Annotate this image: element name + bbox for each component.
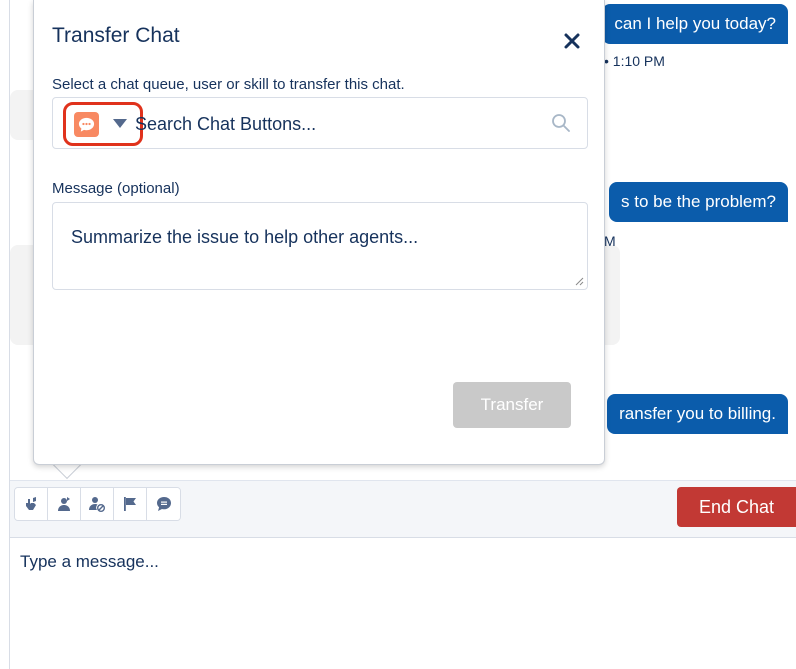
caret-down-icon	[113, 119, 127, 128]
message-timestamp: M	[604, 233, 616, 249]
agent-message-bubble: ransfer you to billing.	[607, 394, 788, 434]
message-label: Message (optional)	[52, 180, 180, 197]
agent-message-bubble: s to be the problem?	[609, 182, 788, 222]
flag-icon	[124, 497, 136, 511]
transfer-message-input[interactable]	[52, 202, 588, 290]
transfer-button[interactable]: Transfer	[453, 382, 571, 428]
message-input[interactable]	[20, 552, 780, 652]
block-visitor-button[interactable]	[81, 488, 114, 520]
transfer-button[interactable]	[48, 488, 81, 520]
transfer-target-label: Select a chat queue, user or skill to tr…	[52, 76, 405, 93]
tool-button-group	[14, 487, 181, 521]
transfer-search-box	[52, 97, 588, 149]
message-timestamp: • 1:10 PM	[604, 53, 665, 69]
raise-flag-hand-icon	[26, 497, 36, 510]
transfer-user-icon	[58, 497, 70, 511]
end-chat-button[interactable]: End Chat	[677, 487, 796, 527]
quick-text-button[interactable]	[147, 488, 180, 520]
popover-title: Transfer Chat	[52, 24, 180, 47]
chat-bubble-icon	[74, 112, 99, 137]
transfer-type-picker[interactable]	[63, 102, 143, 146]
close-button[interactable]	[558, 27, 586, 55]
block-user-icon	[89, 497, 105, 512]
search-chat-buttons-input[interactable]	[135, 110, 535, 138]
flag-button[interactable]	[114, 488, 147, 520]
quick-text-icon	[156, 497, 171, 511]
transfer-chat-popover: Transfer Chat Select a chat queue, user …	[33, 0, 605, 465]
message-composer	[10, 538, 796, 669]
left-border	[0, 0, 10, 669]
agent-message-bubble: can I help you today?	[602, 4, 788, 44]
chat-toolbar: End Chat	[10, 480, 796, 538]
search-icon	[552, 114, 570, 132]
raise-flag-button[interactable]	[15, 488, 48, 520]
close-icon	[564, 33, 580, 49]
resize-grip-icon[interactable]	[574, 276, 584, 286]
